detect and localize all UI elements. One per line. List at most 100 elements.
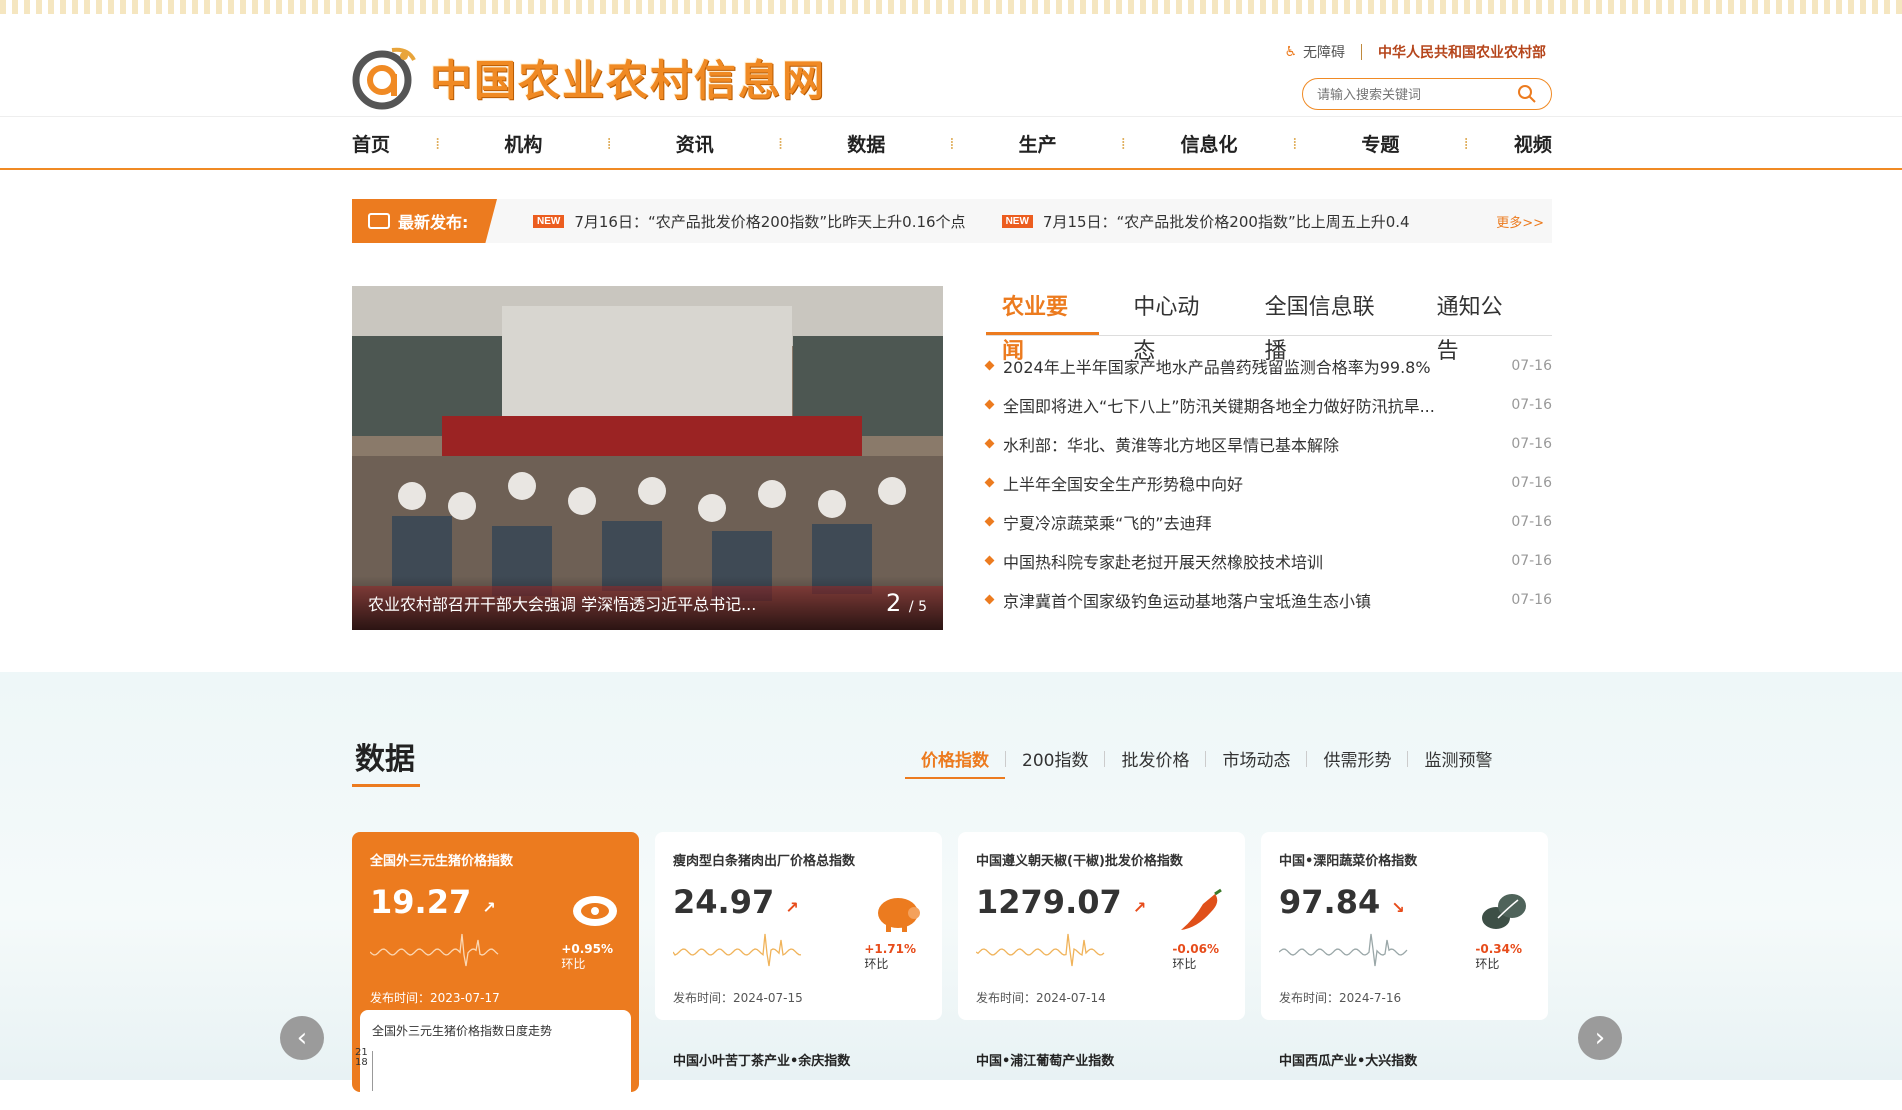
latest-release-ticker: 最新发布: NEW 7月16日：“农产品批发价格200指数”比昨天上升0.16个点… xyxy=(352,199,1552,243)
slider-page-indicator: 2 / 5 xyxy=(886,589,927,617)
data-tab[interactable]: 市场动态 xyxy=(1206,746,1306,771)
wheat-divider-icon: ⁞ xyxy=(949,133,955,153)
data-tab[interactable]: 200指数 xyxy=(1006,746,1104,771)
card-change: -0.34% 环比 xyxy=(1475,942,1522,971)
news-title[interactable]: 2024年上半年国家产地水产品兽药残留监测合格率为99.8% xyxy=(986,354,1431,378)
chevron-left-icon: ‹ xyxy=(296,1023,308,1053)
news-item[interactable]: 宁夏冷凉蔬菜乘“飞的”去迪拜 07-16 xyxy=(986,502,1552,541)
nav-item[interactable]: 数据 xyxy=(806,130,926,157)
nav-item[interactable]: 资讯 xyxy=(635,130,755,157)
news-tabs: 农业要闻 中心动态 全国信息联播 通知公告 xyxy=(986,286,1552,364)
site-logo[interactable]: 中国农业农村信息网 xyxy=(352,44,832,110)
news-item[interactable]: 水利部：华北、黄淮等北方地区旱情已基本解除 07-16 xyxy=(986,424,1552,463)
next-arrow-button[interactable]: › xyxy=(1578,1016,1622,1060)
card-change: +0.95% 环比 xyxy=(561,942,613,971)
trend-up-icon: ↗ xyxy=(1132,898,1147,917)
nav-item[interactable]: 首页 xyxy=(352,130,412,157)
news-date: 07-16 xyxy=(1511,357,1552,374)
news-title[interactable]: 中国热科院专家赴老挝开展天然橡胶技术培训 xyxy=(986,549,1323,573)
index-card-title[interactable]: 中国•浦江葡萄产业指数 xyxy=(976,1050,1114,1069)
search-input[interactable] xyxy=(1317,86,1507,102)
accessibility-link[interactable]: ♿ 无障碍 xyxy=(1284,42,1345,62)
card-date: 发布时间：2024-07-15 xyxy=(673,991,803,1005)
wheat-divider-icon: ⁞ xyxy=(1463,133,1469,153)
news-title[interactable]: 上半年全国安全生产形势稳中向好 xyxy=(986,471,1243,495)
data-tab[interactable]: 价格指数 xyxy=(905,746,1005,779)
ticker-item[interactable]: NEW 7月16日：“农产品批发价格200指数”比昨天上升0.16个点 xyxy=(533,211,966,232)
index-card-title[interactable]: 中国西瓜产业•大兴指数 xyxy=(1279,1050,1417,1069)
news-item[interactable]: 全国即将进入“七下八上”防汛关键期各地全力做好防汛抗旱... 07-16 xyxy=(986,385,1552,424)
ticker-label-text: 最新发布: xyxy=(398,213,469,232)
logo-text: 中国农业农村信息网 xyxy=(430,55,827,105)
accessibility-label: 无障碍 xyxy=(1303,45,1345,61)
sparkline xyxy=(672,932,803,972)
price-index-card[interactable]: 瘦肉型白条猪肉出厂价格总指数 24.97 ↗ +1.71% 环比 发布时间：2024-0… xyxy=(655,832,942,1020)
card-change: +1.71% 环比 xyxy=(864,942,916,971)
search-box xyxy=(1302,78,1552,110)
ministry-link[interactable]: 中华人民共和国农业农村部 xyxy=(1378,42,1546,62)
index-card-title[interactable]: 中国小叶苦丁茶产业•余庆指数 xyxy=(673,1050,850,1069)
main-nav: 首页 ⁞ 机构 ⁞ 资讯 ⁞ 数据 ⁞ 生产 ⁞ 信息化 ⁞ 专题 ⁞ 视频 xyxy=(0,116,1902,170)
ticker-item[interactable]: NEW 7月15日：“农产品批发价格200指数”比上周五上升0.4 xyxy=(1001,211,1410,232)
nav-item[interactable]: 专题 xyxy=(1320,130,1440,157)
data-tab[interactable]: 批发价格 xyxy=(1105,746,1205,771)
news-tab[interactable]: 通知公告 xyxy=(1421,286,1534,364)
card-date: 发布时间：2024-07-14 xyxy=(976,991,1106,1005)
price-index-card[interactable]: 中国遵义朝天椒(干椒)批发价格指数 1279.07 ↗ -0.06% 环比 发布时间：2… xyxy=(958,832,1245,1020)
ticker-items: NEW 7月16日：“农产品批发价格200指数”比昨天上升0.16个点 NEW 7月1… xyxy=(533,211,1523,232)
news-photo-slider[interactable]: 农业农村部召开干部大会强调 学深悟透习近平总书记... 2 / 5 xyxy=(352,286,943,630)
news-item[interactable]: 京津冀首个国家级钓鱼运动基地落户宝坻渔生态小镇 07-16 xyxy=(986,580,1552,619)
wheelchair-icon: ♿ xyxy=(1284,44,1297,60)
news-tab[interactable]: 农业要闻 xyxy=(986,286,1100,364)
site-header: 中国农业农村信息网 ♿ 无障碍 中华人民共和国农业农村部 xyxy=(0,14,1902,116)
news-tab[interactable]: 中心动态 xyxy=(1117,286,1230,364)
news-title[interactable]: 宁夏冷凉蔬菜乘“飞的”去迪拜 xyxy=(986,510,1212,534)
news-date: 07-16 xyxy=(1511,435,1552,452)
slider-caption-text[interactable]: 农业农村部召开干部大会强调 学深悟透习近平总书记... xyxy=(368,591,756,615)
data-tab[interactable]: 监测预警 xyxy=(1408,746,1508,771)
nav-item[interactable]: 信息化 xyxy=(1149,130,1269,157)
nav-item[interactable]: 视频 xyxy=(1492,130,1552,157)
vegetable-icon xyxy=(1478,888,1530,934)
trend-down-icon: ↘ xyxy=(1391,898,1405,917)
news-title[interactable]: 全国即将进入“七下八上”防汛关键期各地全力做好防汛抗旱... xyxy=(986,393,1435,417)
new-badge: NEW xyxy=(1001,214,1033,228)
search-icon[interactable] xyxy=(1517,84,1537,104)
data-tab[interactable]: 供需形势 xyxy=(1307,746,1407,771)
sparkline xyxy=(975,932,1106,972)
trend-up-icon: ↗ xyxy=(785,898,799,917)
news-date: 07-16 xyxy=(1511,396,1552,413)
news-title[interactable]: 水利部：华北、黄淮等北方地区旱情已基本解除 xyxy=(986,432,1339,456)
nav-item[interactable]: 机构 xyxy=(463,130,583,157)
news-title[interactable]: 京津冀首个国家级钓鱼运动基地落户宝坻渔生态小镇 xyxy=(986,588,1371,612)
sparkline xyxy=(369,932,500,972)
price-index-card[interactable]: 中国•溧阳蔬菜价格指数 97.84 ↘ -0.34% 环比 发布时间：2024-7-16 xyxy=(1261,832,1548,1020)
data-section-title: 数据 xyxy=(355,742,415,777)
prev-arrow-button[interactable]: ‹ xyxy=(280,1016,324,1060)
latest-release-label: 最新发布: xyxy=(352,199,497,243)
top-links: ♿ 无障碍 中华人民共和国农业农村部 xyxy=(1284,42,1546,62)
top-decorative-stripe xyxy=(0,0,1902,14)
card-name: 中国•溧阳蔬菜价格指数 xyxy=(1279,854,1418,869)
chart-title: 全国外三元生猪价格指数日度走势 xyxy=(372,1024,553,1038)
new-badge: NEW xyxy=(533,214,565,228)
title-underline xyxy=(352,784,420,787)
card-name: 瘦肉型白条猪肉出厂价格总指数 xyxy=(673,854,856,869)
wheat-divider-icon: ⁞ xyxy=(435,133,441,153)
news-date: 07-16 xyxy=(1511,513,1552,530)
news-panel: 农业要闻 中心动态 全国信息联播 通知公告 2024年上半年国家产地水产品兽药残留监测… xyxy=(986,286,1552,619)
news-item[interactable]: 上半年全国安全生产形势稳中向好 07-16 xyxy=(986,463,1552,502)
news-item[interactable]: 中国热科院专家赴老挝开展天然橡胶技术培训 07-16 xyxy=(986,541,1552,580)
logo-at-icon xyxy=(352,44,418,110)
news-date: 07-16 xyxy=(1511,474,1552,491)
data-section: 数据 价格指数 200指数 批发价格 市场动态 供需形势 监测预警 全国外三元生猪价格指数… xyxy=(0,672,1902,1110)
ticker-item-text: 7月16日：“农产品批发价格200指数”比昨天上升0.16个点 xyxy=(574,212,966,231)
nav-item[interactable]: 生产 xyxy=(978,130,1098,157)
card-change: -0.06% 环比 xyxy=(1172,942,1219,971)
card-date: 发布时间：2024-7-16 xyxy=(1279,991,1402,1005)
price-index-card[interactable]: 全国外三元生猪价格指数 19.27 ↗ +0.95% 环比 发布时间：2023-07-1… xyxy=(352,832,639,1110)
daily-trend-chart[interactable]: 全国外三元生猪价格指数日度走势 21 18 xyxy=(355,1010,631,1110)
chevron-right-icon: › xyxy=(1594,1023,1606,1053)
news-tab[interactable]: 全国信息联播 xyxy=(1249,286,1403,364)
more-link[interactable]: 更多>> xyxy=(1496,212,1544,231)
